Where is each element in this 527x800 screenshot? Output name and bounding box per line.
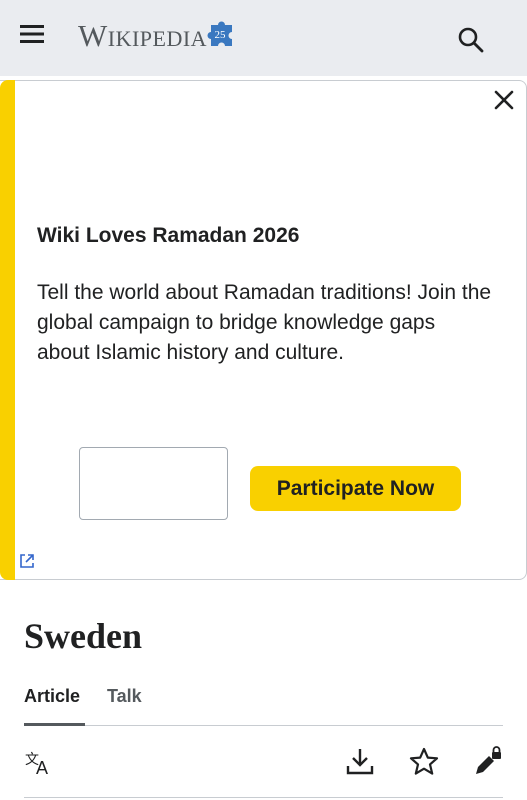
header: Wikipedia 25 xyxy=(0,0,527,76)
selected-tab-indicator xyxy=(24,723,85,726)
star-icon[interactable] xyxy=(408,746,440,778)
wikipedia-logo[interactable]: Wikipedia 25 xyxy=(78,16,241,56)
search-icon[interactable] xyxy=(452,20,490,58)
edit-lock-icon[interactable] xyxy=(472,746,504,778)
logo-wordmark: Wikipedia xyxy=(78,18,208,53)
language-icon[interactable]: 文 A xyxy=(24,746,56,778)
page-title: Sweden xyxy=(24,616,143,656)
close-icon[interactable] xyxy=(490,86,518,114)
banner-body-text: Tell the world about Ramadan traditions!… xyxy=(37,281,492,364)
svg-text:A: A xyxy=(36,758,48,778)
puzzle-piece-icon: 25 xyxy=(207,21,233,46)
participate-now-button[interactable]: Participate Now xyxy=(250,466,461,511)
external-link-icon[interactable] xyxy=(18,552,36,570)
banner-input[interactable] xyxy=(79,447,228,520)
banner-accent-bar xyxy=(0,80,15,580)
tab-talk[interactable]: Talk xyxy=(107,686,142,707)
banner-title: Wiki Loves Ramadan 2026 xyxy=(37,224,300,247)
page-actions: 文 A xyxy=(24,740,503,798)
tab-article[interactable]: Article xyxy=(24,686,80,707)
download-icon[interactable] xyxy=(344,746,376,778)
article-tabs: Article Talk xyxy=(24,680,503,726)
hamburger-menu-icon[interactable] xyxy=(18,22,58,54)
logo-badge: 25 xyxy=(215,29,227,41)
